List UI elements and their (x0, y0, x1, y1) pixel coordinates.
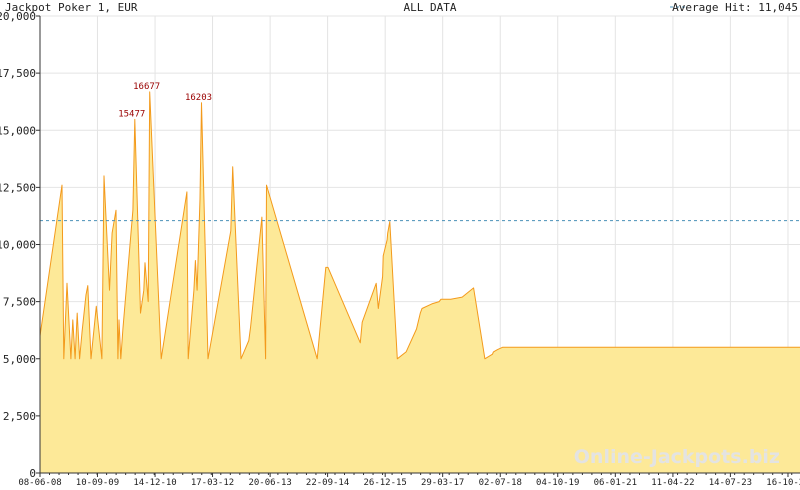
y-tick-label: 2,500 (3, 410, 36, 423)
x-tick-label: 10-09-09 (76, 478, 119, 488)
x-tick-label: 20-06-13 (248, 478, 291, 488)
x-tick-label: 04-10-19 (536, 478, 579, 488)
y-tick-label: 12,500 (0, 181, 36, 194)
range-label: ALL DATA (404, 1, 457, 14)
x-tick-label: 02-07-18 (479, 478, 522, 488)
x-tick-label: 06-01-21 (594, 478, 637, 488)
peak-value-label: 15477 (118, 109, 145, 119)
legend: Average Hit: 11,045 (670, 1, 798, 14)
y-tick-label: 7,500 (3, 296, 36, 309)
x-tick-label: 11-04-22 (651, 478, 694, 488)
x-tick-label: 17-03-12 (191, 478, 234, 488)
game-label: Jackpot Poker 1, EUR (5, 1, 138, 14)
y-tick-label: 10,000 (0, 239, 36, 252)
x-tick-label: 14-07-23 (709, 478, 752, 488)
x-tick-label: 29-03-17 (421, 478, 464, 488)
jackpot-history-chart: 02,5005,0007,50010,00012,50015,00017,500… (0, 0, 800, 490)
x-tick-label: 22-09-14 (306, 478, 349, 488)
y-tick-label: 17,500 (0, 67, 36, 80)
x-tick-label: 14-12-10 (133, 478, 176, 488)
peak-value-label: 16677 (133, 82, 160, 92)
watermark: Online-Jackpots.biz (574, 446, 780, 468)
y-tick-label: 15,000 (0, 124, 36, 137)
x-tick-label: 16-10-24 (766, 478, 800, 488)
y-tick-label: 5,000 (3, 353, 36, 366)
legend-average-label: Average Hit: 11,045 (672, 1, 798, 14)
x-tick-label: 08-06-08 (18, 478, 61, 488)
x-tick-label: 26-12-15 (364, 478, 407, 488)
peak-value-label: 16203 (185, 93, 212, 103)
